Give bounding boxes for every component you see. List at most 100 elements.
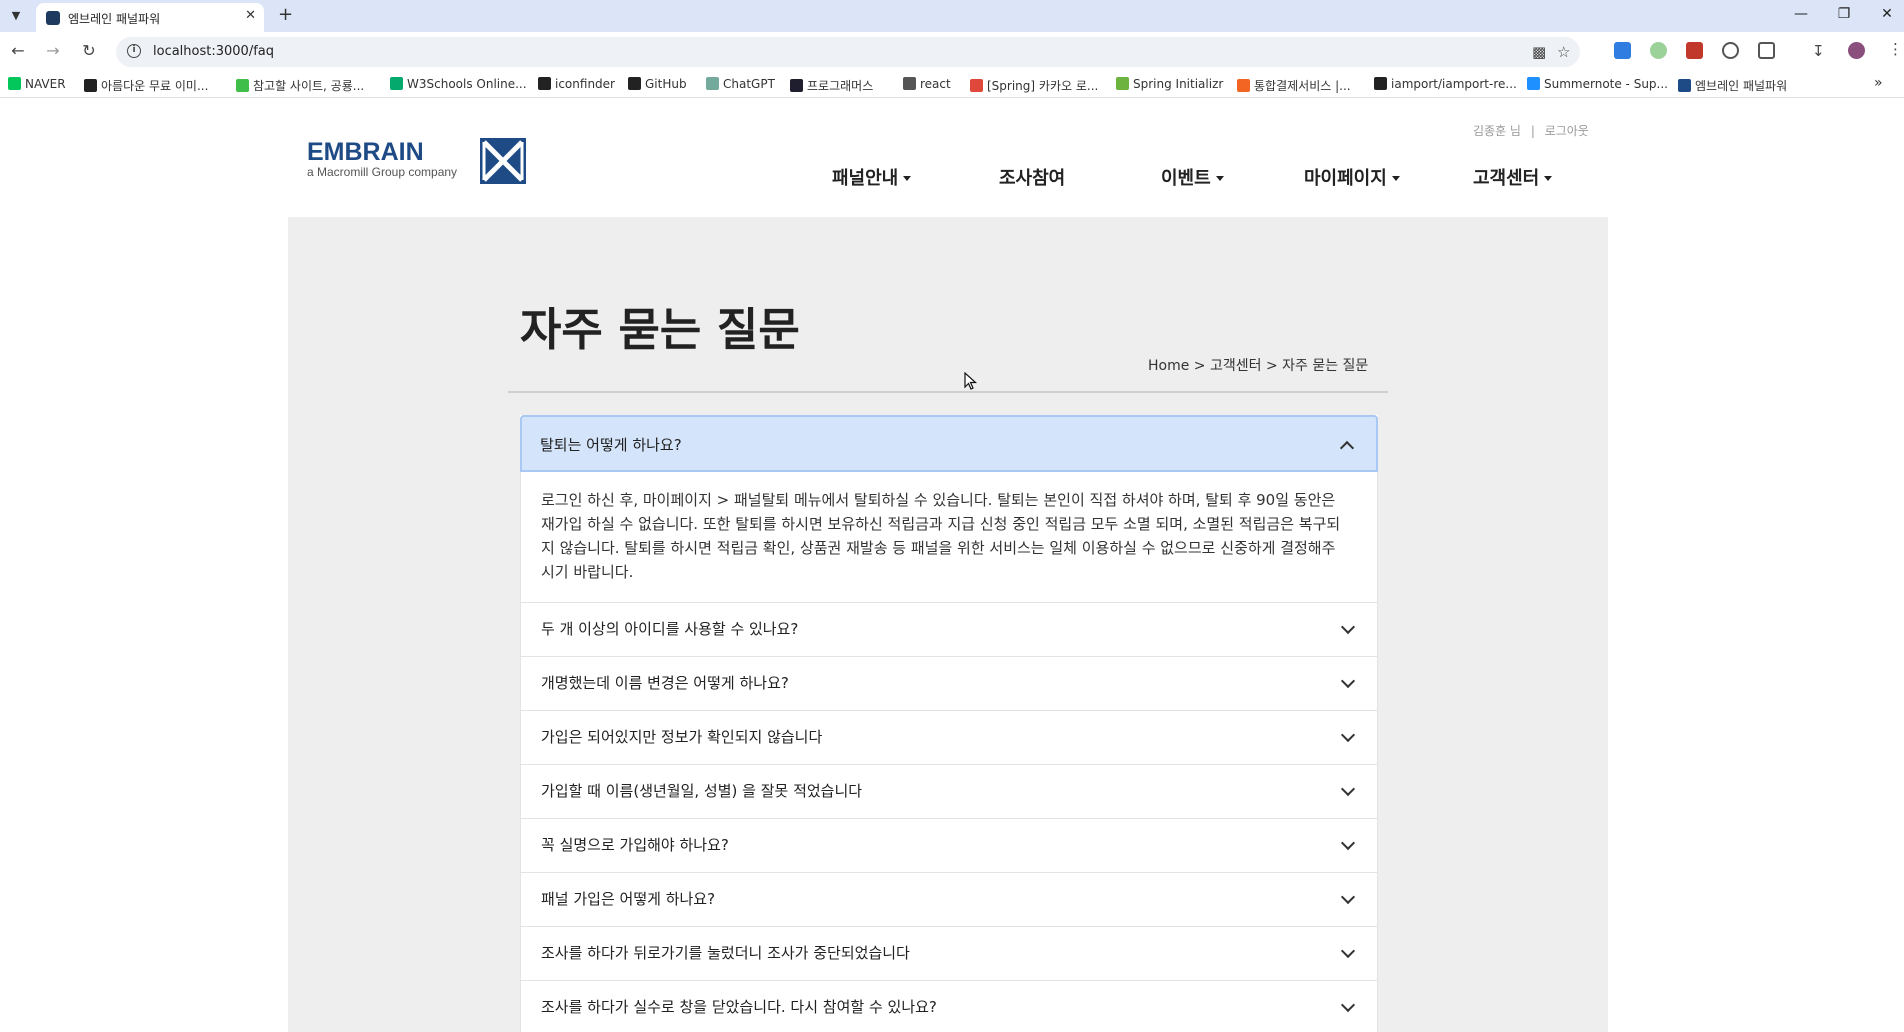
faq-item: 개명했는데 이름 변경은 어떻게 하나요? bbox=[520, 657, 1378, 711]
bookmark-label: GitHub bbox=[645, 77, 687, 91]
faq-question-toggle[interactable]: 개명했는데 이름 변경은 어떻게 하나요? bbox=[521, 657, 1377, 710]
chevron-up-icon[interactable] bbox=[1339, 440, 1355, 456]
site-info-icon[interactable]: i bbox=[127, 44, 141, 58]
bookmark-label: [Spring] 카카오 로... bbox=[987, 79, 1099, 93]
faq-question-toggle[interactable]: 가입할 때 이름(생년월일, 성별) 을 잘못 적었습니다 bbox=[521, 765, 1377, 818]
bookmark-item[interactable]: Summernote - Sup... bbox=[1527, 77, 1668, 91]
bookmark-item[interactable]: GitHub bbox=[628, 77, 687, 91]
nav-label: 마이페이지 bbox=[1304, 168, 1387, 189]
bookmark-favicon-icon bbox=[1237, 79, 1250, 92]
extension-sync-icon[interactable] bbox=[1722, 42, 1739, 59]
bookmark-item[interactable]: react bbox=[903, 77, 951, 91]
install-app-icon[interactable]: ▩ bbox=[1532, 43, 1546, 61]
bookmark-favicon-icon bbox=[1374, 77, 1387, 90]
faq-answer: 로그인 하신 후, 마이페이지 > 패널탈퇴 메뉴에서 탈퇴하실 수 있습니다.… bbox=[520, 472, 1378, 602]
bookmark-item[interactable]: iamport/iamport-re... bbox=[1374, 77, 1517, 91]
bookmark-favicon-icon bbox=[1678, 79, 1691, 92]
bookmark-label: 아름다운 무료 이미... bbox=[101, 79, 209, 93]
faq-question-toggle[interactable]: 가입은 되어있지만 정보가 확인되지 않습니다 bbox=[521, 711, 1377, 764]
more-bookmarks-icon[interactable]: » bbox=[1874, 75, 1883, 91]
profile-avatar-icon[interactable] bbox=[1848, 42, 1865, 59]
chevron-down-icon[interactable] bbox=[1340, 889, 1356, 905]
chevron-down-icon[interactable] bbox=[1340, 673, 1356, 689]
faq-question: 가입은 되어있지만 정보가 확인되지 않습니다 bbox=[541, 728, 823, 746]
faq-question-toggle[interactable]: 패널 가입은 어떻게 하나요? bbox=[521, 873, 1377, 926]
faq-item: 가입은 되어있지만 정보가 확인되지 않습니다 bbox=[520, 711, 1378, 765]
extension-red-icon[interactable] bbox=[1686, 42, 1703, 59]
chevron-down-icon[interactable] bbox=[1340, 835, 1356, 851]
dropdown-caret-icon bbox=[1391, 176, 1400, 181]
forward-icon[interactable]: → bbox=[42, 41, 64, 60]
bookmark-favicon-icon bbox=[236, 79, 249, 92]
bookmark-item[interactable]: Spring Initializr bbox=[1116, 77, 1223, 91]
bookmark-favicon-icon bbox=[970, 79, 983, 92]
downloads-icon[interactable]: ↧ bbox=[1812, 42, 1825, 60]
chevron-down-icon[interactable] bbox=[1340, 781, 1356, 797]
bookmark-favicon-icon bbox=[84, 79, 97, 92]
faq-question: 두 개 이상의 아이디를 사용할 수 있나요? bbox=[541, 620, 799, 638]
bookmark-item[interactable]: iconfinder bbox=[538, 77, 615, 91]
extension-circle-icon[interactable] bbox=[1650, 42, 1667, 59]
url-text[interactable]: localhost:3000/faq bbox=[153, 44, 274, 59]
nav-label: 패널안내 bbox=[832, 168, 899, 189]
bookmark-item[interactable]: ChatGPT bbox=[706, 77, 775, 91]
user-links: 김종훈 님 | 로그아웃 bbox=[1473, 122, 1589, 139]
bookmark-item[interactable]: NAVER bbox=[8, 77, 66, 91]
tab-search-icon[interactable]: ▼ bbox=[6, 6, 26, 26]
faq-question-toggle[interactable]: 탈퇴는 어떻게 하나요? bbox=[520, 415, 1378, 472]
bookmark-favicon-icon bbox=[628, 77, 641, 90]
bookmark-item[interactable]: 참고할 사이트, 공룡... bbox=[236, 77, 364, 94]
faq-question-toggle[interactable]: 두 개 이상의 아이디를 사용할 수 있나요? bbox=[521, 603, 1377, 656]
nav-event[interactable]: 이벤트 bbox=[1161, 164, 1224, 190]
nav-label: 고객센터 bbox=[1473, 168, 1540, 189]
bookmark-item[interactable]: 프로그래머스 bbox=[790, 77, 873, 94]
logout-link[interactable]: 로그아웃 bbox=[1545, 124, 1589, 138]
close-window-icon[interactable]: ✕ bbox=[1877, 6, 1897, 22]
breadcrumb: Home > 고객센터 > 자주 묻는 질문 bbox=[1148, 358, 1369, 374]
bookmark-item[interactable]: 엠브레인 패널파워 bbox=[1678, 77, 1787, 94]
title-divider bbox=[508, 391, 1388, 393]
bookmark-label: 엠브레인 패널파워 bbox=[1695, 79, 1788, 93]
browser-menu-icon[interactable]: ⋮ bbox=[1888, 40, 1903, 58]
browser-tab-bar: ▼ 엠브레인 패널파워 ✕ + — ❐ ✕ bbox=[0, 0, 1904, 32]
chevron-down-icon[interactable] bbox=[1340, 997, 1356, 1013]
bookmark-label: iamport/iamport-re... bbox=[1391, 77, 1517, 91]
nav-customer-center[interactable]: 고객센터 bbox=[1473, 164, 1553, 190]
faq-question-toggle[interactable]: 꼭 실명으로 가입해야 하나요? bbox=[521, 819, 1377, 872]
site-logo[interactable]: EMBRAIN a Macromill Group company bbox=[307, 138, 457, 179]
bookmark-item[interactable]: 아름다운 무료 이미... bbox=[84, 77, 208, 94]
close-tab-icon[interactable]: ✕ bbox=[245, 8, 256, 23]
bookmark-item[interactable]: 통합결제서비스 |... bbox=[1237, 77, 1351, 94]
minimize-icon[interactable]: — bbox=[1791, 6, 1811, 22]
faq-item: 두 개 이상의 아이디를 사용할 수 있나요? bbox=[520, 603, 1378, 657]
bookmark-favicon-icon bbox=[903, 77, 916, 90]
faq-item: 조사를 하다가 실수로 창을 닫았습니다. 다시 참여할 수 있나요? bbox=[520, 981, 1378, 1032]
bookmark-item[interactable]: W3Schools Online... bbox=[390, 77, 527, 91]
nav-label: 이벤트 bbox=[1161, 168, 1211, 189]
new-tab-icon[interactable]: + bbox=[278, 4, 293, 25]
mouse-cursor-icon bbox=[964, 372, 978, 390]
chevron-down-icon[interactable] bbox=[1340, 727, 1356, 743]
bookmark-label: 프로그래머스 bbox=[807, 79, 874, 93]
faq-item: 패널 가입은 어떻게 하나요? bbox=[520, 873, 1378, 927]
bookmark-star-icon[interactable]: ☆ bbox=[1557, 43, 1570, 61]
faq-question-toggle[interactable]: 조사를 하다가 실수로 창을 닫았습니다. 다시 참여할 수 있나요? bbox=[521, 981, 1377, 1032]
nav-panel-info[interactable]: 패널안내 bbox=[832, 164, 912, 190]
faq-question: 개명했는데 이름 변경은 어떻게 하나요? bbox=[541, 674, 789, 692]
bookmark-label: 참고할 사이트, 공룡... bbox=[253, 79, 365, 93]
nav-survey[interactable]: 조사참여 bbox=[999, 164, 1065, 190]
nav-mypage[interactable]: 마이페이지 bbox=[1304, 164, 1400, 190]
back-icon[interactable]: ← bbox=[7, 41, 29, 60]
browser-tab[interactable]: 엠브레인 패널파워 ✕ bbox=[36, 3, 264, 32]
extensions-puzzle-icon[interactable] bbox=[1758, 42, 1775, 59]
chevron-down-icon[interactable] bbox=[1340, 619, 1356, 635]
faq-question-toggle[interactable]: 조사를 하다가 뒤로가기를 눌렀더니 조사가 중단되었습니다 bbox=[521, 927, 1377, 980]
embrain-logo-icon[interactable] bbox=[480, 138, 526, 184]
reload-icon[interactable]: ↻ bbox=[78, 41, 100, 60]
chevron-down-icon[interactable] bbox=[1340, 943, 1356, 959]
restore-icon[interactable]: ❐ bbox=[1834, 6, 1854, 22]
faq-item: 가입할 때 이름(생년월일, 성별) 을 잘못 적었습니다 bbox=[520, 765, 1378, 819]
extension-download-icon[interactable] bbox=[1614, 42, 1631, 59]
bookmark-item[interactable]: [Spring] 카카오 로... bbox=[970, 77, 1098, 94]
address-bar[interactable]: i localhost:3000/faq ▩ ☆ bbox=[116, 37, 1580, 67]
